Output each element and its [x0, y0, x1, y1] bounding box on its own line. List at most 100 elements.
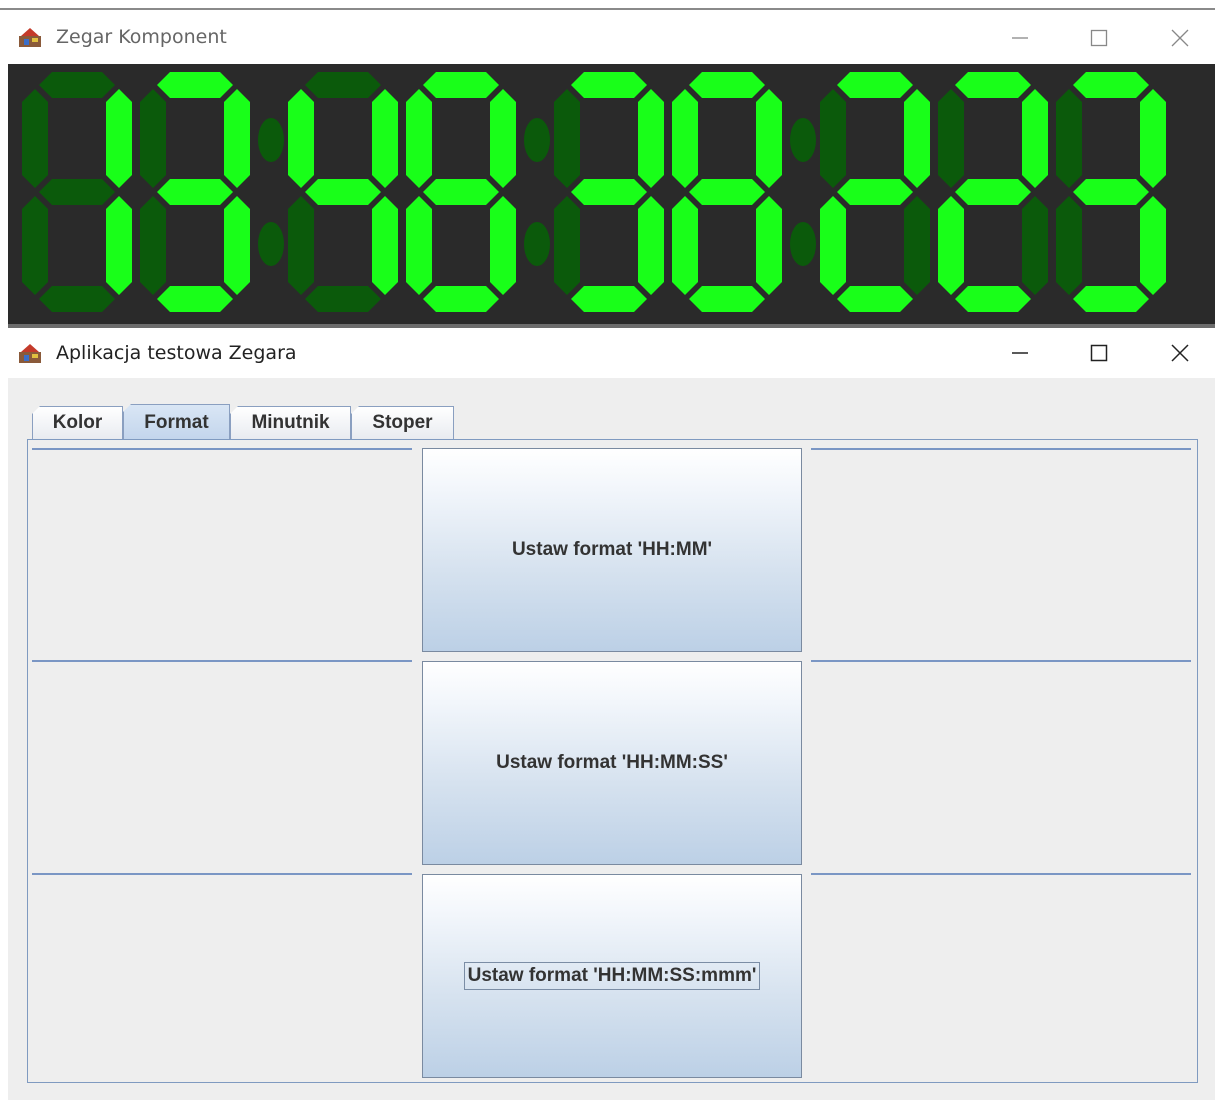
segment-b: [224, 89, 250, 188]
segment-c: [1140, 196, 1166, 295]
segment-g: [305, 179, 381, 205]
segment-e: [406, 196, 432, 295]
segment-d: [571, 286, 647, 312]
segment-a: [689, 72, 765, 98]
segment-f: [1056, 89, 1082, 188]
set-format-hhmm-button[interactable]: Ustaw format 'HH:MM': [422, 448, 802, 652]
seven-segment-clock-display: [8, 64, 1215, 326]
segment-a: [423, 72, 499, 98]
button-label: Ustaw format 'HH:MM:SS:mmm': [463, 962, 761, 990]
tab-kolor[interactable]: Kolor: [32, 406, 123, 439]
button-label: Ustaw format 'HH:MM:SS': [496, 752, 728, 773]
clock-window-title: Zegar Komponent: [56, 26, 227, 48]
colon-dot: [524, 222, 550, 266]
segment-g: [837, 179, 913, 205]
segment-d: [1073, 286, 1149, 312]
segment-b: [490, 89, 516, 188]
maximize-icon: [1090, 344, 1108, 362]
segment-b: [1022, 89, 1048, 188]
colon-dot: [258, 118, 284, 162]
segment-a: [39, 72, 115, 98]
segment-f: [22, 89, 48, 188]
segment-c: [224, 196, 250, 295]
segment-f: [140, 89, 166, 188]
segment-e: [140, 196, 166, 295]
segment-f: [288, 89, 314, 188]
java-app-icon: [19, 28, 41, 47]
segment-d: [689, 286, 765, 312]
segment-d: [39, 286, 115, 312]
button-label: Ustaw format 'HH:MM': [511, 539, 713, 560]
segment-g: [423, 179, 499, 205]
segment-e: [22, 196, 48, 295]
row-separator: [811, 873, 1191, 875]
row-separator: [32, 660, 412, 662]
segment-b: [372, 89, 398, 188]
app-window-titlebar[interactable]: Aplikacja testowa Zegara: [0, 328, 1215, 378]
segment-a: [157, 72, 233, 98]
clock-minimize-button[interactable]: [990, 18, 1050, 58]
segment-e: [1056, 196, 1082, 295]
segment-f: [406, 89, 432, 188]
segment-a: [837, 72, 913, 98]
java-app-icon: [19, 344, 41, 363]
segment-c: [106, 196, 132, 295]
app-close-button[interactable]: [1150, 333, 1210, 373]
app-maximize-button[interactable]: [1069, 333, 1129, 373]
segment-a: [955, 72, 1031, 98]
segment-g: [157, 179, 233, 205]
minimize-icon: [1012, 352, 1028, 354]
segment-c: [490, 196, 516, 295]
app-minimize-button[interactable]: [990, 333, 1050, 373]
segment-d: [157, 286, 233, 312]
row-separator: [32, 448, 412, 450]
close-icon: [1171, 29, 1189, 47]
segment-d: [423, 286, 499, 312]
segment-e: [672, 196, 698, 295]
set-format-hhmmss-button[interactable]: Ustaw format 'HH:MM:SS': [422, 661, 802, 865]
segment-c: [1022, 196, 1048, 295]
tab-stoper[interactable]: Stoper: [351, 406, 454, 439]
segment-d: [955, 286, 1031, 312]
minimize-icon: [1012, 37, 1028, 39]
background-window-edge: [0, 0, 1215, 10]
maximize-icon: [1090, 29, 1108, 47]
colon-dot: [524, 118, 550, 162]
colon-dot: [790, 222, 816, 266]
colon-dot: [790, 118, 816, 162]
segment-b: [904, 89, 930, 188]
segment-g: [955, 179, 1031, 205]
row-separator: [32, 873, 412, 875]
segment-f: [554, 89, 580, 188]
segment-b: [106, 89, 132, 188]
segment-a: [571, 72, 647, 98]
tab-format[interactable]: Format: [123, 404, 230, 440]
row-separator: [811, 660, 1191, 662]
clock-close-button[interactable]: [1150, 18, 1210, 58]
close-icon: [1171, 344, 1189, 362]
segment-b: [638, 89, 664, 188]
segment-b: [1140, 89, 1166, 188]
segment-e: [554, 196, 580, 295]
clock-window-titlebar[interactable]: Zegar Komponent: [0, 10, 1215, 64]
tab-minutnik[interactable]: Minutnik: [230, 406, 351, 439]
segment-c: [904, 196, 930, 295]
segment-d: [837, 286, 913, 312]
segment-d: [305, 286, 381, 312]
segment-g: [571, 179, 647, 205]
segment-e: [938, 196, 964, 295]
segment-a: [1073, 72, 1149, 98]
segment-b: [756, 89, 782, 188]
segment-g: [689, 179, 765, 205]
segment-e: [820, 196, 846, 295]
segment-g: [39, 179, 115, 205]
set-format-hhmmssmmm-button[interactable]: Ustaw format 'HH:MM:SS:mmm': [422, 874, 802, 1078]
clock-maximize-button[interactable]: [1069, 18, 1129, 58]
segment-f: [938, 89, 964, 188]
segment-f: [672, 89, 698, 188]
segment-c: [372, 196, 398, 295]
clock-digits: [22, 72, 1166, 312]
segment-c: [638, 196, 664, 295]
segment-e: [288, 196, 314, 295]
segment-f: [820, 89, 846, 188]
